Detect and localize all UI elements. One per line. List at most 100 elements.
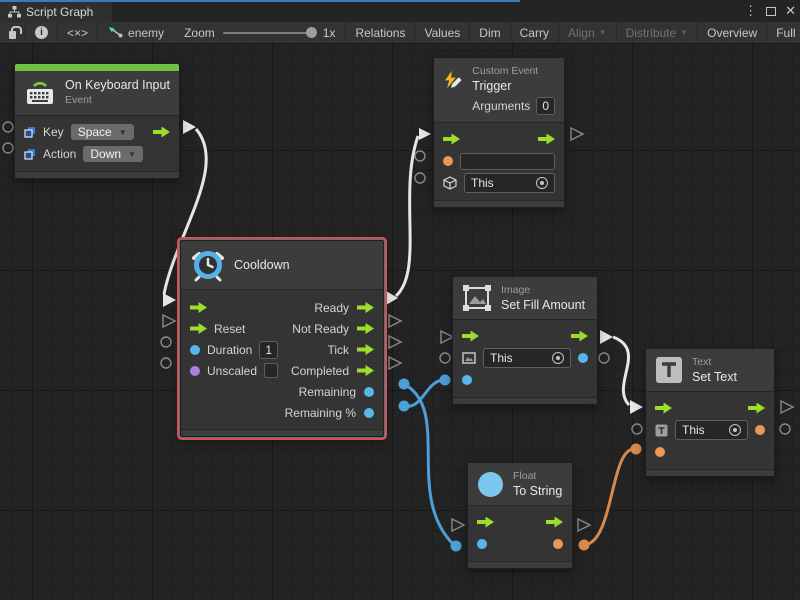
completed-out-port[interactable] bbox=[357, 365, 374, 376]
code-preview-button[interactable]: <×> bbox=[58, 22, 98, 43]
target-field[interactable]: This bbox=[483, 348, 571, 368]
crosshair-icon[interactable] bbox=[536, 177, 548, 189]
target-field[interactable]: This bbox=[464, 173, 555, 193]
flow-in-port[interactable] bbox=[655, 403, 672, 414]
carry-button[interactable]: Carry bbox=[511, 22, 559, 43]
port-label-action: Action bbox=[43, 147, 76, 161]
reset-in-port[interactable] bbox=[190, 323, 207, 334]
input-binding-icon bbox=[24, 126, 36, 138]
string-out-port[interactable] bbox=[553, 539, 563, 549]
port-label-ready: Ready bbox=[314, 301, 349, 315]
node-title: Set Text bbox=[692, 370, 737, 384]
flow-out-port[interactable] bbox=[538, 134, 555, 145]
window-close-icon[interactable]: ✕ bbox=[785, 3, 796, 19]
target-field[interactable]: This bbox=[675, 420, 748, 440]
zoom-slider-handle[interactable] bbox=[306, 27, 317, 38]
node-title: Set Fill Amount bbox=[501, 298, 585, 312]
node-footer bbox=[434, 200, 564, 207]
image-frame-icon bbox=[462, 284, 492, 312]
port-image-out-outer[interactable] bbox=[599, 353, 609, 363]
port-reset-outer[interactable] bbox=[163, 315, 175, 327]
node-custom-event[interactable]: Custom Event Trigger Arguments 0 bbox=[433, 57, 565, 208]
remaining-out-port[interactable] bbox=[364, 387, 374, 397]
port-notready-outer[interactable] bbox=[389, 315, 401, 327]
wire-tostring-to-settext[interactable] bbox=[579, 444, 642, 551]
node-image-set-fill-amount[interactable]: Image Set Fill Amount This bbox=[452, 276, 598, 405]
blue-circle-icon bbox=[477, 471, 504, 498]
action-dropdown[interactable]: Down▼ bbox=[83, 146, 143, 162]
info-button[interactable]: i bbox=[26, 22, 58, 43]
port-text-target-outer[interactable] bbox=[632, 424, 642, 434]
overview-button[interactable]: Overview bbox=[698, 22, 767, 43]
graph-canvas[interactable]: On Keyboard Input Event Key Space▼ bbox=[0, 44, 800, 600]
chevron-down-icon: ▼ bbox=[119, 128, 127, 137]
duration-field[interactable]: 1 bbox=[259, 341, 278, 359]
wire-ready-to-customevent[interactable] bbox=[386, 128, 431, 305]
info-icon: i bbox=[35, 26, 48, 39]
port-float-flowout-outer[interactable] bbox=[578, 519, 590, 531]
flow-in-port[interactable] bbox=[477, 517, 494, 528]
port-text-flowout-outer[interactable] bbox=[781, 401, 793, 413]
port-event-arg-outer[interactable] bbox=[415, 151, 425, 161]
port-completed-outer[interactable] bbox=[389, 357, 401, 369]
port-tick-outer[interactable] bbox=[389, 336, 401, 348]
node-text-set-text[interactable]: Text Set Text This bbox=[645, 348, 775, 477]
port-event-target-outer[interactable] bbox=[415, 173, 425, 183]
distribute-dropdown-button[interactable]: Distribute▼ bbox=[617, 22, 699, 43]
fullscreen-button[interactable]: Full Screen bbox=[767, 22, 800, 43]
crosshair-icon[interactable] bbox=[729, 424, 741, 436]
dim-button[interactable]: Dim bbox=[470, 22, 510, 43]
flow-out-port[interactable] bbox=[571, 331, 588, 342]
hierarchy-icon bbox=[8, 6, 21, 18]
node-cooldown[interactable]: Cooldown Ready Reset Not Ready Duration … bbox=[180, 240, 384, 437]
text-out-port[interactable] bbox=[755, 425, 765, 435]
port-event-flowout-outer[interactable] bbox=[571, 128, 583, 140]
flow-out-port[interactable] bbox=[546, 517, 563, 528]
text-value-in-port[interactable] bbox=[655, 447, 665, 457]
chevron-down-icon: ▼ bbox=[128, 150, 136, 159]
flow-in-port[interactable] bbox=[190, 302, 207, 313]
key-dropdown[interactable]: Space▼ bbox=[71, 124, 134, 140]
zoom-label: Zoom bbox=[184, 26, 215, 40]
window-maximize-icon[interactable] bbox=[766, 7, 776, 16]
graph-breadcrumb[interactable]: enemy bbox=[98, 22, 174, 43]
port-float-flowin-outer[interactable] bbox=[452, 519, 464, 531]
ready-out-port[interactable] bbox=[357, 302, 374, 313]
flow-out-port[interactable] bbox=[748, 403, 765, 414]
port-action-outer[interactable] bbox=[3, 143, 13, 153]
port-text-out-outer[interactable] bbox=[780, 424, 790, 434]
tab-script-graph[interactable]: Script Graph bbox=[0, 2, 112, 22]
align-dropdown-button[interactable]: Align▼ bbox=[559, 22, 617, 43]
unscaled-in-port[interactable] bbox=[190, 366, 200, 376]
port-key-outer[interactable] bbox=[3, 122, 13, 132]
node-on-keyboard-input[interactable]: On Keyboard Input Event Key Space▼ bbox=[14, 63, 180, 179]
flow-out-port[interactable] bbox=[153, 127, 170, 138]
float-in-port[interactable] bbox=[477, 539, 487, 549]
values-button[interactable]: Values bbox=[415, 22, 470, 43]
lock-button[interactable] bbox=[0, 22, 26, 43]
tick-out-port[interactable] bbox=[357, 344, 374, 355]
fill-amount-in-port[interactable] bbox=[462, 375, 472, 385]
image-out-port[interactable] bbox=[578, 353, 588, 363]
port-unscaled-outer[interactable] bbox=[161, 358, 171, 368]
port-duration-outer[interactable] bbox=[161, 337, 171, 347]
flow-in-port[interactable] bbox=[443, 134, 460, 145]
relations-button[interactable]: Relations bbox=[346, 22, 415, 43]
node-float-to-string[interactable]: Float To String bbox=[467, 462, 573, 569]
remaining-pct-out-port[interactable] bbox=[364, 408, 374, 418]
argument-value-field[interactable] bbox=[460, 153, 555, 170]
argument-value-port[interactable] bbox=[443, 156, 453, 166]
wire-remainingpct-to-fillamount[interactable] bbox=[399, 375, 451, 412]
port-image-target-outer[interactable] bbox=[440, 353, 450, 363]
zoom-slider[interactable] bbox=[223, 32, 315, 34]
window-menu-icon[interactable]: ⋮ bbox=[744, 3, 757, 19]
event-accent-bar bbox=[15, 64, 179, 71]
unscaled-checkbox[interactable] bbox=[264, 363, 278, 378]
crosshair-icon[interactable] bbox=[552, 352, 564, 364]
notready-out-port[interactable] bbox=[357, 323, 374, 334]
duration-in-port[interactable] bbox=[190, 345, 200, 355]
wire-image-to-settext[interactable] bbox=[600, 330, 643, 414]
flow-in-port[interactable] bbox=[462, 331, 479, 342]
arguments-field[interactable]: 0 bbox=[536, 97, 555, 115]
chevron-down-icon: ▼ bbox=[680, 28, 688, 37]
